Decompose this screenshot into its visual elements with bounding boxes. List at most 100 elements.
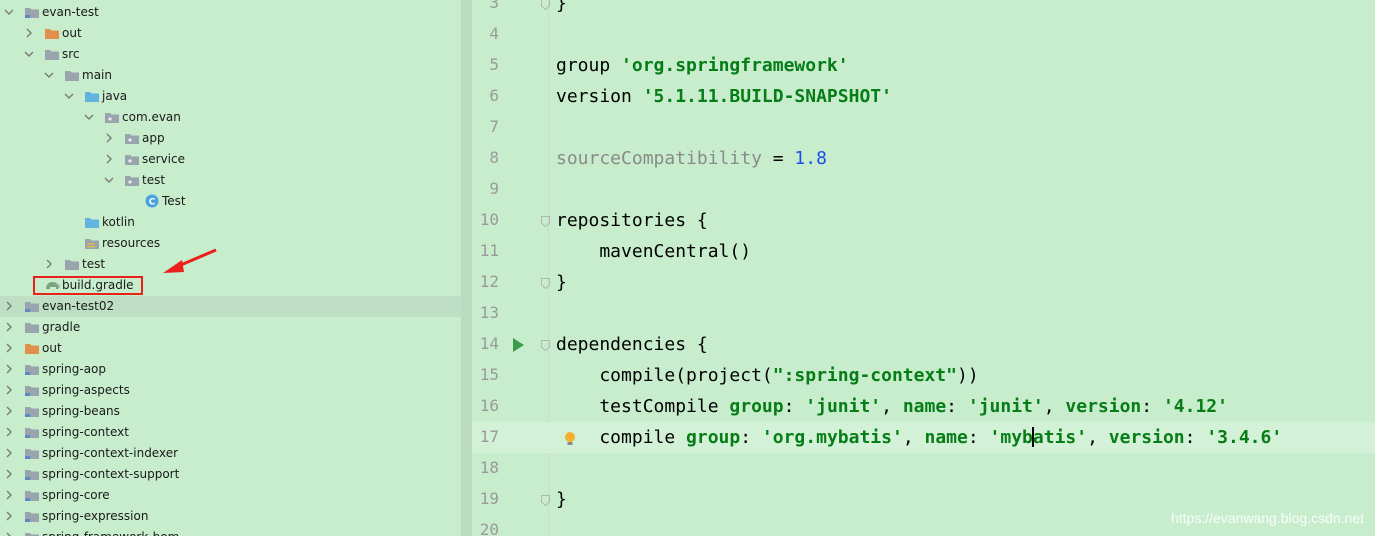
tree-item[interactable]: spring-context-support (0, 464, 461, 485)
chevron-right-icon[interactable] (104, 154, 114, 164)
code-token: '3.4.6' (1206, 427, 1283, 448)
tree-item[interactable]: main (0, 65, 461, 86)
chevron-right-icon[interactable] (4, 511, 14, 521)
chevron-right-icon[interactable] (24, 28, 34, 38)
code-line[interactable]: 7 (472, 112, 1375, 143)
code-token: , (902, 427, 925, 448)
chevron-right-icon[interactable] (4, 427, 14, 437)
package-icon (124, 132, 140, 145)
code-line[interactable]: 9 (472, 174, 1375, 205)
tree-item[interactable]: kotlin (0, 212, 461, 233)
chevron-down-icon[interactable] (4, 7, 14, 17)
code-line[interactable]: 16 testCompile group: 'junit', name: 'ju… (472, 391, 1375, 422)
fold-marker-icon[interactable] (541, 278, 550, 289)
code-token: compile(project( (556, 365, 773, 386)
code-line[interactable]: 8 sourceCompatibility = 1.8 (472, 143, 1375, 174)
tree-item[interactable]: spring-aop (0, 359, 461, 380)
line-number: 15 (479, 365, 499, 384)
tree-item[interactable]: spring-core (0, 485, 461, 506)
chevron-right-icon[interactable] (4, 343, 14, 353)
code-line[interactable]: 14 dependencies { (472, 329, 1375, 360)
chevron-right-icon[interactable] (4, 406, 14, 416)
chevron-down-icon[interactable] (104, 175, 114, 185)
tree-item-label: evan-test (42, 5, 99, 19)
fold-marker-icon[interactable] (541, 495, 550, 506)
line-number: 16 (479, 396, 499, 415)
tree-item[interactable]: out (0, 338, 461, 359)
code-line[interactable]: 10 repositories { (472, 205, 1375, 236)
tree-item[interactable]: test (0, 170, 461, 191)
tree-item[interactable]: service (0, 149, 461, 170)
tree-item[interactable]: spring-context-indexer (0, 443, 461, 464)
tree-item[interactable]: out (0, 23, 461, 44)
tree-item[interactable]: src (0, 44, 461, 65)
code-editor[interactable]: 3} 4 5 group 'org.springframework' 6 version … (472, 0, 1375, 536)
code-token: 'org.springframework' (621, 55, 849, 76)
chevron-right-icon[interactable] (4, 322, 14, 332)
tree-item[interactable]: evan-test02 (0, 296, 461, 317)
line-number: 6 (489, 86, 499, 105)
code-line[interactable]: 3} (472, 0, 1375, 19)
tree-item-label: evan-test02 (42, 299, 115, 313)
tree-item[interactable]: spring-context (0, 422, 461, 443)
tree-item[interactable]: resources (0, 233, 461, 254)
code-line[interactable]: 18 (472, 453, 1375, 484)
splitter[interactable] (461, 0, 472, 536)
fold-marker-icon[interactable] (541, 216, 550, 227)
code-line[interactable]: 4 (472, 19, 1375, 50)
chevron-down-icon[interactable] (24, 49, 34, 59)
tree-item-label: spring-core (42, 488, 110, 502)
chevron-right-icon[interactable] (44, 259, 54, 269)
line-number: 11 (479, 241, 499, 260)
chevron-right-icon[interactable] (4, 448, 14, 458)
code-token: )) (956, 365, 979, 386)
code-line[interactable]: 12} (472, 267, 1375, 298)
chevron-right-icon[interactable] (4, 364, 14, 374)
tree-item[interactable]: spring-framework-bom (0, 527, 461, 536)
chevron-right-icon[interactable] (4, 532, 14, 536)
watermark: https://evanwang.blog.csdn.net (1170, 510, 1364, 526)
code-token: = (761, 148, 795, 169)
tree-item[interactable]: spring-beans (0, 401, 461, 422)
tree-item[interactable]: java (0, 86, 461, 107)
chevron-right-icon[interactable] (4, 490, 14, 500)
tree-item-label: spring-context-support (42, 467, 180, 481)
chevron-right-icon[interactable] (4, 385, 14, 395)
code-token: group (556, 55, 622, 76)
gray-folder-icon (24, 321, 40, 334)
chevron-right-icon[interactable] (4, 469, 14, 479)
tree-item-label: spring-expression (42, 509, 149, 523)
code-text: compile(project(":spring-context")) (556, 365, 979, 386)
tree-item[interactable]: C Test (0, 191, 461, 212)
fold-marker-icon[interactable] (541, 340, 550, 351)
code-line[interactable]: 6 version '5.1.11.BUILD-SNAPSHOT' (472, 81, 1375, 112)
chevron-right-icon[interactable] (4, 301, 14, 311)
code-line[interactable]: 13 (472, 298, 1375, 329)
tree-item[interactable]: spring-expression (0, 506, 461, 527)
code-line[interactable]: 11 mavenCentral() (472, 236, 1375, 267)
gray-folder-icon (64, 258, 80, 271)
code-text: } (556, 272, 567, 293)
code-token: 'org.mybatis' (761, 427, 903, 448)
chevron-right-icon[interactable] (104, 133, 114, 143)
code-line[interactable]: 15 compile(project(":spring-context")) (472, 360, 1375, 391)
class-icon: C (144, 193, 160, 208)
chevron-down-icon[interactable] (84, 112, 94, 122)
code-line[interactable]: 5 group 'org.springframework' (472, 50, 1375, 81)
code-token: dependencies { (556, 334, 708, 355)
line-number: 14 (479, 334, 499, 353)
tree-item[interactable]: com.evan (0, 107, 461, 128)
code-token: testCompile (556, 396, 730, 417)
chevron-down-icon[interactable] (44, 70, 54, 80)
tree-item[interactable]: evan-test (0, 2, 461, 23)
tree-item[interactable]: gradle (0, 317, 461, 338)
fold-marker-icon[interactable] (541, 0, 550, 10)
run-gutter-icon[interactable] (512, 337, 525, 352)
project-tree: evan-test out src main java com.evan app servic… (0, 0, 461, 536)
tree-item[interactable]: spring-aspects (0, 380, 461, 401)
tree-item-label: gradle (42, 320, 81, 334)
chevron-down-icon[interactable] (64, 91, 74, 101)
code-line[interactable]: 17 compile group: 'org.mybatis', name: '… (472, 422, 1375, 453)
tree-item[interactable]: test (0, 254, 461, 275)
tree-item[interactable]: app (0, 128, 461, 149)
